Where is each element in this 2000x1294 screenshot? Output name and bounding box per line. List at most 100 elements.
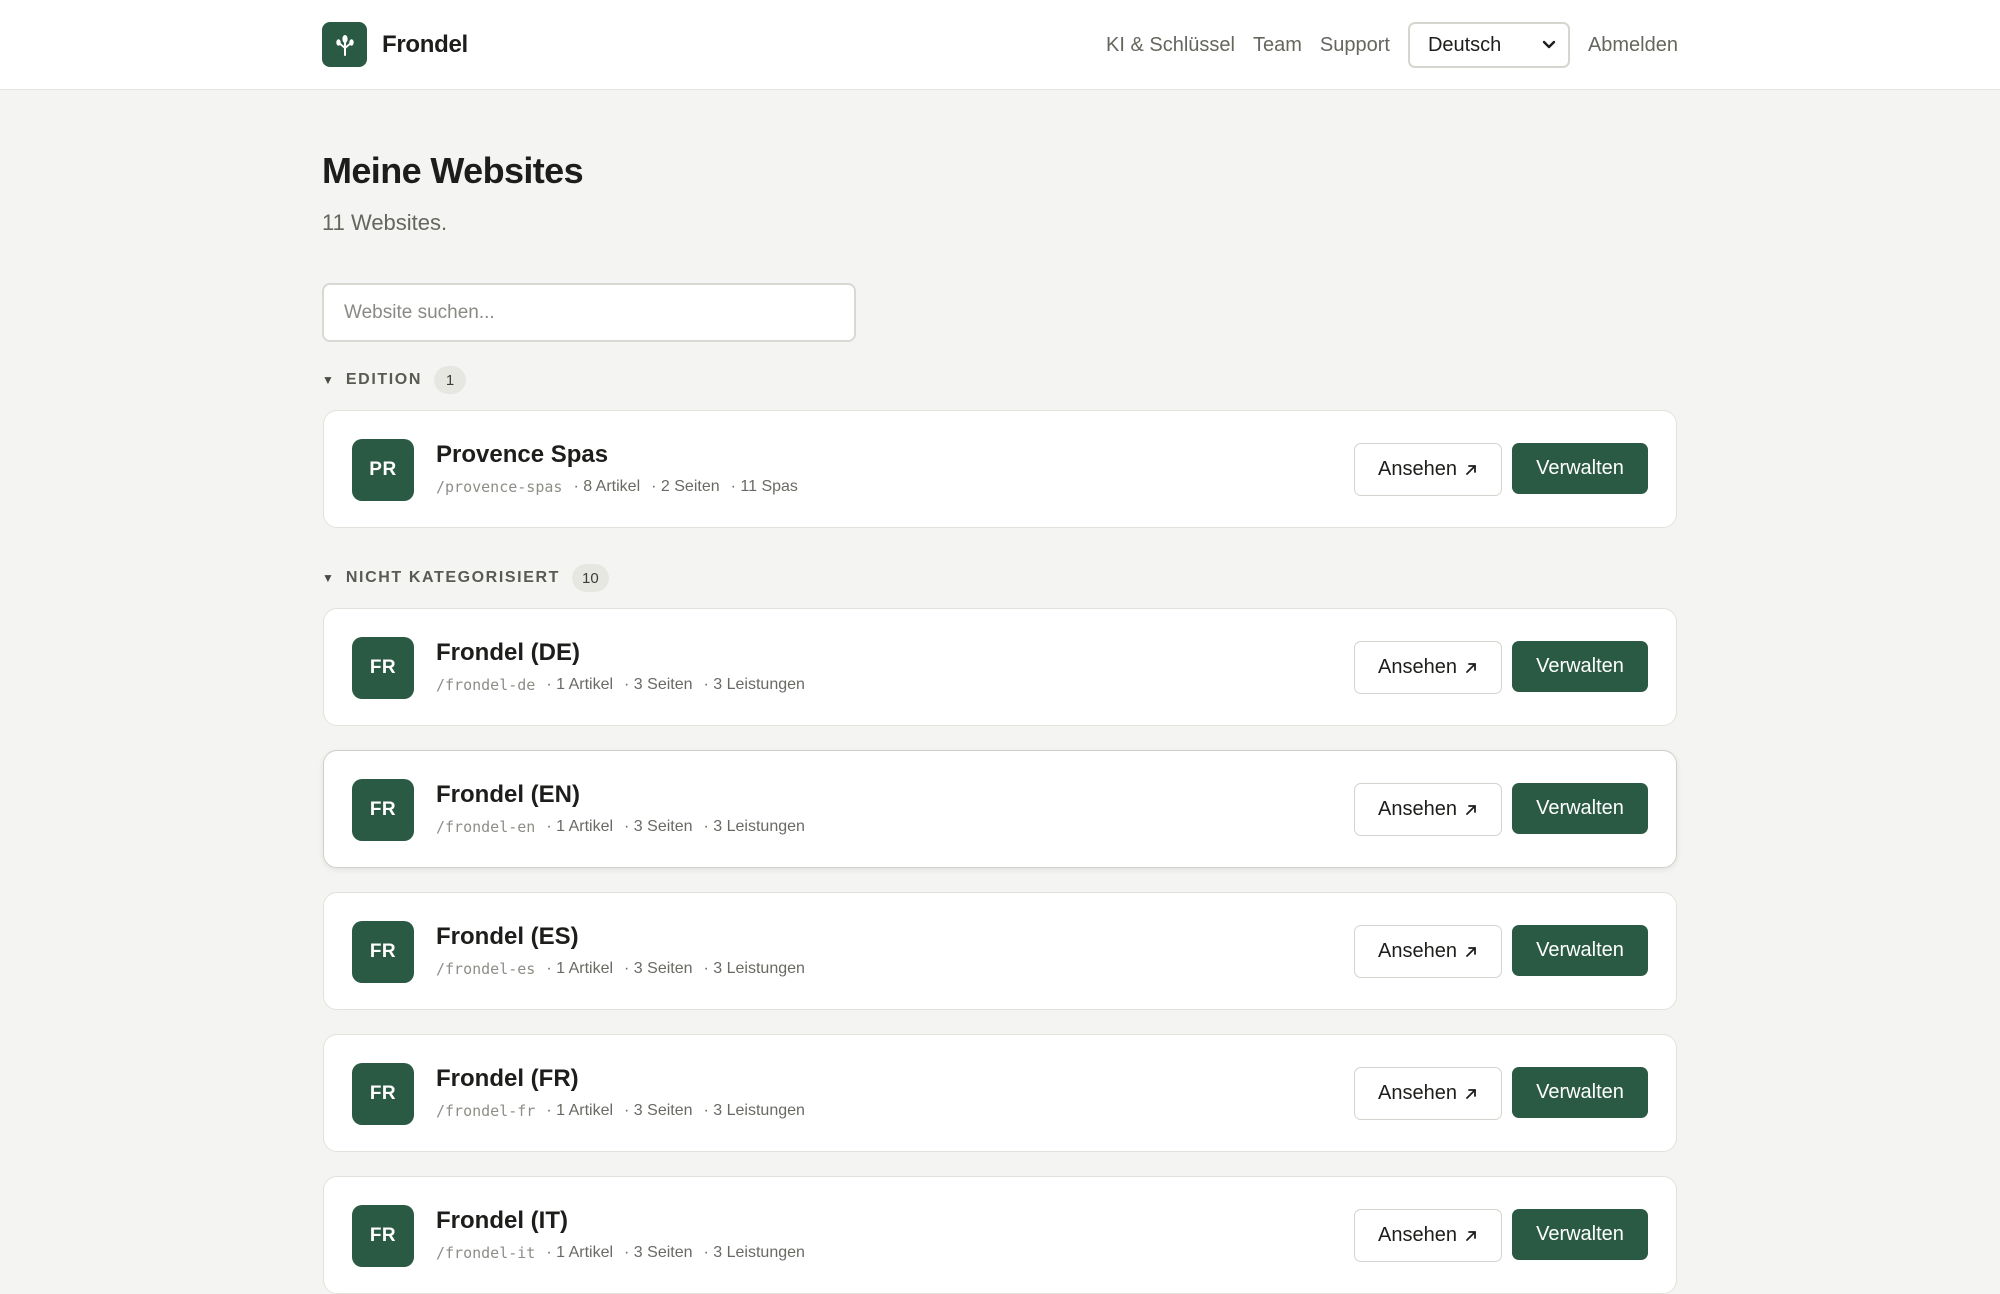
group-count-badge: 10 [572,564,609,592]
site-avatar: FR [352,1205,414,1267]
site-avatar: FR [352,779,414,841]
site-meta: /provence-spas · 8 Artikel · 2 Seiten · 11 … [436,478,798,496]
site-avatar: FR [352,921,414,983]
manage-button-label: Verwalten [1536,797,1624,819]
site-stat: · 3 Leistungen [703,1102,805,1119]
caret-down-icon: ▼ [322,571,334,585]
site-slug: /frondel-en [436,818,536,836]
main-nav: KI & Schlüssel Team Support Deutsch Abme… [1106,22,1678,68]
view-button-label: Ansehen [1378,656,1457,678]
nav-link-team[interactable]: Team [1253,34,1302,57]
site-stat: · 3 Seiten [624,1102,693,1119]
site-card[interactable]: PR Provence Spas/provence-spas · 8 Artikel… [323,410,1677,528]
site-card[interactable]: FR Frondel (FR) /frondel-fr · 1 Artikel · 3 … [323,1034,1677,1152]
site-stat: · 1 Artikel [546,818,614,835]
site-name[interactable]: Frondel (DE) [436,639,580,667]
view-button[interactable]: Ansehen [1354,1209,1502,1262]
caret-down-icon: ▼ [322,373,334,387]
group-title: EDITION [345,371,422,388]
page-subtitle: 11 Websites. [322,210,448,235]
site-slug: /frondel-it [436,1244,536,1262]
view-button-label: Ansehen [1378,1224,1457,1246]
site-stat: · 1 Artikel [546,1102,614,1119]
site-slug: /frondel-fr [436,1102,536,1120]
site-stat: · 3 Seiten [624,960,693,977]
view-button-label: Ansehen [1378,940,1457,962]
page-title: Meine Websites [322,150,584,191]
manage-button-label: Verwalten [1536,457,1624,479]
manage-button-label: Verwalten [1536,1223,1624,1245]
external-link-icon [1466,804,1476,815]
site-stat: · 3 Leistungen [703,1244,805,1261]
view-button-label: Ansehen [1378,798,1457,820]
site-meta: /frondel-fr · 1 Artikel · 3 Seiten · 3 Leis… [436,1102,805,1120]
view-button-label: Ansehen [1378,1082,1457,1104]
site-card[interactable]: FR Frondel (DE) /frondel-de · 1 Artikel · 3 … [323,608,1677,726]
view-button[interactable]: Ansehen [1354,443,1502,496]
site-stat: · 11 Spas [730,478,798,495]
site-meta: /frondel-de · 1 Artikel · 3 Seiten · 3 Leis… [436,676,805,694]
manage-button-label: Verwalten [1536,939,1624,961]
site-stat: · 3 Seiten [624,1244,693,1261]
sprout-icon [322,22,367,67]
site-slug: /frondel-es [436,960,536,978]
view-button[interactable]: Ansehen [1354,641,1502,694]
manage-button-label: Verwalten [1536,1081,1624,1103]
manage-button[interactable]: Verwalten [1512,1067,1648,1118]
group-header[interactable]: ▼ EDITION 1 [322,366,466,394]
site-stat: · 1 Artikel [546,960,614,977]
site-avatar: PR [352,439,414,501]
app-name: Frondel [382,30,468,58]
external-link-icon [1466,662,1476,673]
manage-button[interactable]: Verwalten [1512,1209,1648,1260]
site-stat: · 3 Leistungen [703,818,805,835]
external-link-icon [1466,1088,1476,1099]
site-name[interactable]: Frondel (EN) [436,781,580,809]
view-button-label: Ansehen [1378,458,1457,480]
manage-button[interactable]: Verwalten [1512,641,1648,692]
site-name[interactable]: Frondel (IT) [436,1207,568,1235]
manage-button-label: Verwalten [1536,655,1624,677]
site-name[interactable]: Frondel (ES) [436,923,579,951]
search-input[interactable] [322,283,856,342]
site-stat: · 3 Seiten [624,818,693,835]
site-slug: /frondel-de [436,676,536,694]
site-stat: · 8 Artikel [573,478,641,495]
site-card[interactable]: FR Frondel (IT) /frondel-it · 1 Artikel · 3 … [323,1176,1677,1294]
manage-button[interactable]: Verwalten [1512,443,1648,494]
external-link-icon [1466,946,1476,957]
site-name[interactable]: Frondel (FR) [436,1065,579,1093]
site-stat: · 3 Leistungen [703,960,805,977]
group-header[interactable]: ▼ NICHT KATEGORISIERT 10 [322,564,609,592]
site-stat: · 1 Artikel [546,1244,614,1261]
nav-link-support[interactable]: Support [1320,34,1390,57]
site-avatar: FR [352,1063,414,1125]
nav-link-ki-keys[interactable]: KI & Schlüssel [1106,34,1235,57]
site-slug: /provence-spas [436,478,563,496]
site-meta: /frondel-es · 1 Artikel · 3 Seiten · 3 Leis… [436,960,805,978]
external-link-icon [1466,1230,1476,1241]
chevron-down-icon [1542,40,1556,49]
top-bar: Frondel KI & Schlüssel Team Support Deut… [0,0,2000,90]
site-stat: · 1 Artikel [546,676,614,693]
language-select-value: Deutsch [1427,33,1502,56]
external-link-icon [1466,464,1476,475]
brand[interactable]: Frondel [322,22,468,67]
site-card[interactable]: FR Frondel (ES) /frondel-es · 1 Artikel · 3 … [323,892,1677,1010]
view-button[interactable]: Ansehen [1354,1067,1502,1120]
group-title: NICHT KATEGORISIERT [345,569,560,586]
site-name[interactable]: Provence Spas [436,441,608,469]
site-stat: · 2 Seiten [651,478,720,495]
group-count-badge: 1 [433,366,466,394]
manage-button[interactable]: Verwalten [1512,783,1648,834]
logout-link[interactable]: Abmelden [1588,34,1678,57]
view-button[interactable]: Ansehen [1354,783,1502,836]
site-avatar: FR [352,637,414,699]
site-stat: · 3 Leistungen [703,676,805,693]
language-select[interactable]: Deutsch [1407,22,1570,68]
site-card[interactable]: FR Frondel (EN) /frondel-en · 1 Artikel · 3 … [323,750,1677,868]
manage-button[interactable]: Verwalten [1512,925,1648,976]
site-meta: /frondel-it · 1 Artikel · 3 Seiten · 3 Leis… [436,1244,805,1262]
view-button[interactable]: Ansehen [1354,925,1502,978]
site-meta: /frondel-en · 1 Artikel · 3 Seiten · 3 Leis… [436,818,805,836]
